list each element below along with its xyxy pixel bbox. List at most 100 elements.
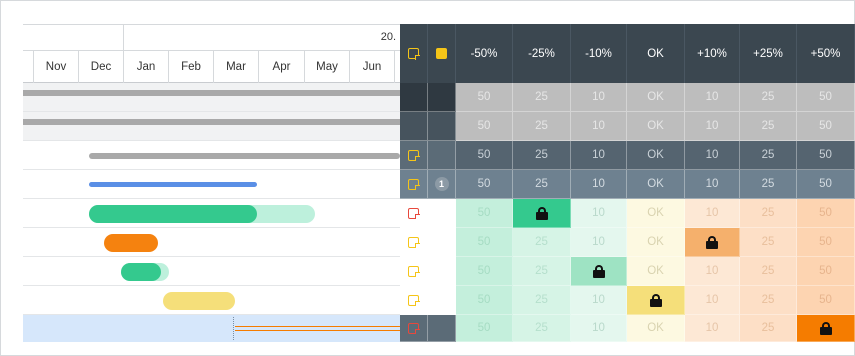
note-cell[interactable] [400,83,428,112]
matrix-cell[interactable]: 50 [797,112,855,141]
lock-icon[interactable] [819,321,832,335]
matrix-cell[interactable]: 50 [456,83,513,112]
matrix-cell[interactable]: 50 [797,141,855,170]
matrix-cell[interactable]: 25 [740,170,797,199]
column-header-6[interactable]: +25% [740,24,797,83]
matrix-cell[interactable]: 10 [571,83,627,112]
matrix-cell[interactable]: 25 [513,315,571,342]
group-bar[interactable] [89,153,400,159]
task-bar[interactable] [163,292,235,310]
summary-bar[interactable] [23,90,400,96]
note-cell[interactable] [400,141,428,170]
note-icon[interactable] [408,265,420,278]
matrix-cell[interactable]: 50 [456,257,513,286]
matrix-cell[interactable]: OK [627,83,685,112]
comment-cell[interactable] [428,257,456,286]
task-bar[interactable] [89,205,257,223]
lock-icon[interactable] [649,293,662,307]
matrix-cell[interactable]: 10 [571,315,627,342]
matrix-cell[interactable]: 10 [571,112,627,141]
matrix-cell[interactable]: 50 [456,170,513,199]
note-icon[interactable] [408,207,420,220]
matrix-cell[interactable]: 10 [685,83,740,112]
matrix-cell[interactable]: 10 [685,257,740,286]
comments-column-header[interactable] [428,24,456,83]
note-cell[interactable] [400,112,428,141]
note-cell[interactable] [400,228,428,257]
matrix-cell[interactable]: 25 [513,286,571,315]
matrix-cell[interactable]: 25 [740,228,797,257]
matrix-cell[interactable]: 25 [740,141,797,170]
matrix-cell[interactable]: 50 [797,83,855,112]
matrix-cell[interactable]: 25 [740,257,797,286]
matrix-cell[interactable] [627,286,685,315]
comment-cell[interactable] [428,141,456,170]
note-icon[interactable] [408,294,420,307]
note-cell[interactable] [400,170,428,199]
gantt-row[interactable] [23,199,400,228]
note-icon[interactable] [408,236,420,249]
comment-cell[interactable] [428,83,456,112]
note-cell[interactable] [400,257,428,286]
matrix-cell[interactable]: OK [627,112,685,141]
matrix-cell[interactable] [571,257,627,286]
gantt-chart[interactable]: 20. Nov Dec Jan Feb Mar Apr May Jun [23,24,400,342]
column-header-5[interactable]: +10% [685,24,740,83]
matrix-cell[interactable]: 25 [513,257,571,286]
note-icon[interactable] [408,322,420,335]
matrix-cell[interactable]: 10 [571,228,627,257]
matrix-cell[interactable] [685,228,740,257]
comment-cell[interactable] [428,286,456,315]
matrix-cell[interactable]: 50 [797,286,855,315]
comment-cell[interactable] [428,315,456,342]
gantt-row[interactable] [23,228,400,257]
matrix-cell[interactable] [797,315,855,342]
comment-count-badge[interactable]: 1 [434,177,449,191]
gantt-row[interactable] [23,286,400,315]
matrix-cell[interactable]: 25 [513,170,571,199]
column-header-1[interactable]: -50% [456,24,513,83]
matrix-cell[interactable]: 50 [797,170,855,199]
gantt-row[interactable] [23,112,400,141]
matrix-cell[interactable]: 50 [456,141,513,170]
matrix-cell[interactable]: OK [627,170,685,199]
task-bar[interactable] [121,263,161,281]
matrix-cell[interactable]: 10 [571,286,627,315]
comment-cell[interactable] [428,112,456,141]
task-bar[interactable] [104,234,158,252]
note-cell[interactable] [400,315,428,342]
matrix-cell[interactable]: 10 [571,199,627,228]
matrix-cell[interactable]: 25 [513,83,571,112]
matrix-cell[interactable]: OK [627,141,685,170]
matrix-cell[interactable]: OK [627,199,685,228]
matrix-cell[interactable]: 25 [740,112,797,141]
note-icon[interactable] [408,149,420,162]
gantt-row[interactable] [23,141,400,170]
column-header-3[interactable]: -10% [571,24,627,83]
matrix-cell[interactable]: 25 [513,141,571,170]
matrix-cell[interactable]: 50 [456,199,513,228]
matrix-cell[interactable]: 10 [571,170,627,199]
matrix-cell[interactable]: OK [627,257,685,286]
matrix-cell[interactable]: 25 [740,83,797,112]
matrix-cell[interactable]: 50 [797,257,855,286]
matrix-cell[interactable]: 50 [797,199,855,228]
matrix-cell[interactable]: 50 [456,228,513,257]
comment-cell[interactable]: 1 [428,170,456,199]
column-header-2[interactable]: -25% [513,24,571,83]
matrix-cell[interactable]: 50 [797,228,855,257]
comment-cell[interactable] [428,228,456,257]
matrix-cell[interactable]: 10 [685,286,740,315]
matrix-cell[interactable]: 10 [571,141,627,170]
group-bar-blue[interactable] [89,182,257,187]
matrix-cell[interactable]: 10 [685,170,740,199]
lock-icon[interactable] [535,206,548,220]
lock-icon[interactable] [592,264,605,278]
matrix-cell[interactable]: OK [627,315,685,342]
matrix-cell[interactable]: 50 [456,315,513,342]
matrix-cell[interactable]: 50 [456,112,513,141]
matrix-cell[interactable]: OK [627,228,685,257]
gantt-row[interactable] [23,257,400,286]
matrix-cell[interactable]: 25 [513,228,571,257]
summary-bar[interactable] [23,119,400,125]
